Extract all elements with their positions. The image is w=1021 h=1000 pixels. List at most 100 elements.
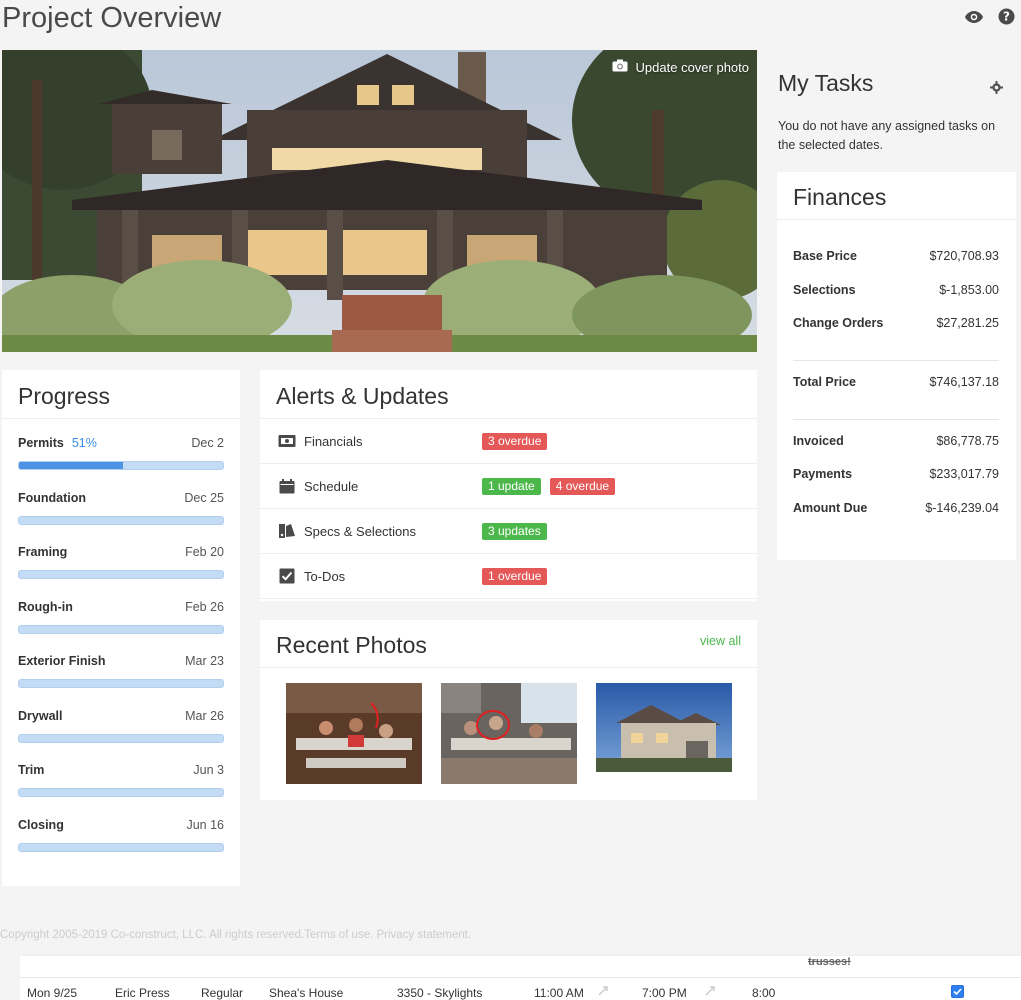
phase-date: Dec 2 [191,436,224,450]
cell-end-time: 7:00 PM [642,986,687,1000]
financials-icon [278,434,296,448]
camera-icon [612,59,628,75]
checkbox-icon [278,568,296,584]
phase-framing[interactable]: Framing Feb 20 [18,545,224,579]
finance-value: $746,137.18 [929,375,999,389]
progress-title: Progress [18,383,111,409]
alert-label: Schedule [304,478,359,494]
phase-progress-bar [18,570,224,579]
finance-value: $-1,853.00 [939,283,999,297]
photo-thumbnail[interactable] [441,683,577,784]
phase-date: Feb 26 [185,600,224,614]
overdue-badge[interactable]: 1 overdue [482,567,548,585]
finance-label: Change Orders [793,316,884,330]
cell-person: Eric Press [115,986,170,1000]
divider [793,419,999,420]
alert-row-financials[interactable]: Financials 3 overdue [260,419,757,464]
finance-row-total-price: Total Price $746,137.18 [793,375,999,389]
phase-name: Trim [18,763,45,777]
phase-name: Rough-in [18,600,73,614]
help-icon[interactable]: ? [998,8,1015,25]
timesheet-table: trusses! Mon 9/25 Eric Press Regular She… [20,955,1021,1000]
phase-name: Foundation [18,491,87,505]
phase-progress-bar [18,843,224,852]
cell-type: Regular [201,986,244,1000]
photo-thumbnail[interactable] [596,683,732,772]
eye-icon[interactable] [964,10,984,24]
alert-label: Financials [304,433,363,449]
divider [20,977,1021,978]
phase-foundation[interactable]: Foundation Dec 25 [18,491,224,525]
recent-photos-title: Recent Photos [276,632,427,658]
finance-value: $27,281.25 [936,316,999,330]
finance-row-selections: Selections $-1,853.00 [793,283,999,297]
phase-progress-bar [18,625,224,634]
phase-trim[interactable]: Trim Jun 3 [18,763,224,797]
finances-card: Finances Base Price $720,708.93 Selectio… [777,172,1016,560]
finance-value: $720,708.93 [929,249,999,263]
cover-photo: Update cover photo [2,50,757,352]
alert-row-schedule[interactable]: Schedule 1 update 4 overdue [260,464,757,509]
finances-title: Finances [793,184,887,210]
swatch-icon [278,523,296,539]
finance-row-invoiced: Invoiced $86,778.75 [793,434,999,448]
phase-progress-fill [19,462,124,469]
overdue-badge[interactable]: 3 overdue [482,432,548,450]
footer-copyright: Copyright 2005-2019 Co-construct, LLC. A… [0,929,472,941]
header-icons: ? [964,8,1015,25]
finance-label: Total Price [793,375,856,389]
cell-start-time: 11:00 AM [534,986,584,1000]
phase-progress-bar [18,516,224,525]
finance-label: Invoiced [793,434,844,448]
finance-label: Amount Due [793,501,868,515]
update-badge[interactable]: 3 updates [482,522,547,540]
location-pin-icon [704,985,716,1000]
approved-checkbox[interactable] [951,985,964,998]
photo-thumbnail[interactable] [286,683,422,784]
phase-closing[interactable]: Closing Jun 16 [18,818,224,852]
alert-label: To-Dos [304,568,346,584]
svg-text:?: ? [1003,10,1010,24]
finance-row-change-orders: Change Orders $27,281.25 [793,316,999,330]
finance-label: Selections [793,283,856,297]
recent-photos-card: Recent Photos view all [260,620,757,800]
house-photo [2,50,757,352]
phase-percent: 51% [71,436,97,450]
cell-cost-code: 3350 - Skylights [397,986,483,1000]
overdue-badge[interactable]: 4 overdue [549,477,616,495]
finance-label: Payments [793,467,853,481]
cell-project: Shea's House [269,986,344,1000]
page-title: Project Overview [2,2,222,34]
phase-progress-bar [18,734,224,743]
finance-value: $86,778.75 [936,434,999,448]
phase-exterior-finish[interactable]: Exterior Finish Mar 23 [18,654,224,688]
divider [2,418,240,419]
gear-icon[interactable] [990,81,1003,99]
tasks-empty-message: You do not have any assigned tasks on th… [778,119,996,152]
phase-progress-bar [18,788,224,797]
alerts-title: Alerts & Updates [276,383,449,409]
finance-value: $233,017.79 [929,467,999,481]
finance-row-payments: Payments $233,017.79 [793,467,999,481]
location-pin-icon [597,985,609,1000]
update-badge[interactable]: 1 update [482,477,541,495]
phase-drywall[interactable]: Drywall Mar 26 [18,709,224,743]
finance-value: $-146,239.04 [925,501,999,515]
previous-row-note: trusses! [808,956,851,968]
alert-row-to-dos[interactable]: To-Dos 1 overdue [260,554,757,599]
finance-label: Base Price [793,249,857,263]
phase-rough-in[interactable]: Rough-in Feb 26 [18,600,224,634]
phase-date: Jun 3 [193,763,224,777]
phase-progress-bar [18,461,224,470]
phase-permits[interactable]: Permits 51% Dec 2 [18,436,224,470]
calendar-icon [278,478,296,494]
alert-row-specs-selections[interactable]: Specs & Selections 3 updates [260,509,757,554]
divider [260,667,757,668]
update-cover-photo-button[interactable]: Update cover photo [612,59,749,75]
phase-name: Framing [18,545,68,559]
divider [777,219,1016,220]
divider [793,360,999,361]
my-tasks-title: My Tasks [778,70,874,96]
view-all-link[interactable]: view all [700,634,741,648]
phase-date: Jun 16 [186,818,224,832]
